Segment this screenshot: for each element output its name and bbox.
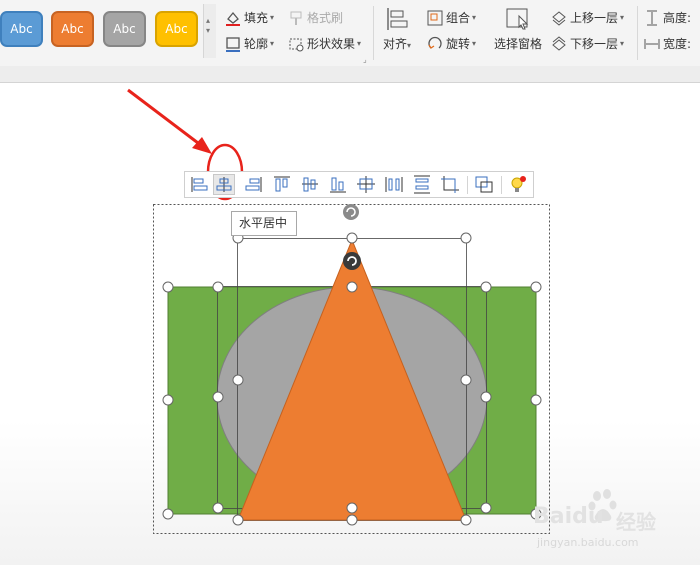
height-label: 高度: — [663, 11, 692, 25]
align-center-both-icon — [357, 176, 375, 193]
shape-style-gold-button[interactable]: Abc — [155, 11, 198, 47]
ellipse-selection-frame — [217, 286, 487, 509]
gray-ellipse[interactable] — [216, 286, 488, 508]
paint-bucket-icon — [225, 10, 241, 26]
align-label: 对齐 — [382, 37, 407, 51]
smart-tip-icon — [511, 176, 526, 192]
baidu-jingyan-watermark: Baidu 经验 jingyan.baidu.com — [531, 486, 700, 556]
crop-canvas-button[interactable] — [439, 174, 461, 195]
fill-button[interactable]: 填充 ▾ — [225, 9, 274, 26]
orange-triangle[interactable] — [237, 238, 467, 521]
shape-style-blue-button[interactable]: Abc — [0, 11, 43, 47]
align-top-icon — [274, 176, 290, 192]
align-center-horizontal-icon — [216, 177, 232, 192]
selection-pane-button[interactable]: 选择窗格 — [492, 7, 544, 52]
selection-pane-icon — [505, 7, 531, 31]
watermark-brand-cn: 经验 — [616, 510, 656, 534]
fill-label: 填充 — [244, 11, 269, 25]
align-left-button[interactable] — [188, 174, 210, 195]
align-right-button[interactable] — [243, 174, 265, 195]
shape-effect-icon — [288, 36, 304, 52]
group-objects-button[interactable] — [473, 174, 495, 195]
rotate-label: 旋转 — [446, 37, 471, 51]
distribute-horizontal-button[interactable] — [383, 174, 405, 195]
bring-forward-label: 上移一层 — [570, 11, 619, 25]
send-backward-label: 下移一层 — [570, 37, 619, 51]
align-middle-vertical-button[interactable] — [299, 174, 321, 195]
shape-effect-label: 形状效果 — [307, 37, 356, 51]
align-left-icon — [191, 177, 208, 192]
rotate-handle-icon[interactable] — [343, 204, 359, 220]
toolbar-separator — [467, 176, 468, 194]
annotation-arrow — [127, 88, 212, 154]
selection-pane-label: 选择窗格 — [493, 37, 542, 51]
send-backward-icon — [551, 35, 567, 52]
watermark-brand: Baidu — [533, 504, 604, 529]
group-selection-box — [153, 204, 550, 534]
smart-tip-button[interactable] — [507, 174, 529, 195]
crop-canvas-icon — [441, 176, 459, 193]
align-middle-vertical-icon — [302, 177, 318, 192]
align-button[interactable]: 对齐▾ — [382, 7, 412, 52]
outline-button[interactable]: 轮廓 ▾ — [225, 35, 274, 52]
align-bottom-button[interactable] — [327, 174, 349, 195]
green-rectangle[interactable] — [167, 286, 537, 515]
shape-effect-button[interactable]: 形状效果 ▾ — [288, 35, 361, 52]
outline-label: 轮廓 — [244, 37, 269, 51]
rotate-icon — [427, 36, 443, 52]
ribbon-separator — [373, 6, 374, 60]
align-right-icon — [245, 177, 262, 192]
watermark-url: jingyan.baidu.com — [537, 536, 639, 549]
slide-canvas — [127, 88, 550, 534]
tooltip: 水平居中 — [231, 211, 297, 236]
align-center-both-button[interactable] — [355, 174, 377, 195]
format-brush-label: 格式刷 — [307, 11, 344, 25]
ribbon-separator — [637, 6, 638, 60]
selection-handles[interactable] — [162, 232, 542, 526]
group-label: 组合 — [446, 11, 471, 25]
group-icon — [475, 176, 493, 193]
toolbar-separator — [501, 176, 502, 194]
style-gallery-scroll[interactable]: ▴ ▾ — [203, 4, 216, 58]
distribute-vertical-button[interactable] — [411, 174, 433, 195]
rotate-button[interactable]: 旋转 ▾ — [427, 35, 476, 52]
align-icon — [384, 7, 410, 31]
rotate-handle-icon[interactable] — [343, 252, 361, 270]
outline-icon — [225, 36, 241, 52]
width-field-label: 宽度: — [644, 35, 691, 52]
floating-align-toolbar — [184, 171, 534, 198]
dialog-launcher-icon[interactable]: ⌟ — [363, 55, 367, 64]
send-backward-button[interactable]: 下移一层 ▾ — [551, 35, 624, 52]
ribbon-bottom-strip — [0, 66, 700, 83]
format-brush-icon — [288, 10, 304, 26]
bring-forward-button[interactable]: 上移一层 ▾ — [551, 9, 624, 26]
width-label: 宽度: — [663, 37, 692, 51]
format-brush-button[interactable]: 格式刷 — [288, 9, 343, 26]
distribute-vertical-icon — [414, 175, 430, 194]
group-icon — [427, 10, 443, 26]
distribute-horizontal-icon — [385, 177, 403, 192]
align-top-button[interactable] — [271, 174, 293, 195]
width-icon — [644, 36, 660, 52]
align-bottom-icon — [330, 177, 346, 193]
bring-forward-icon — [551, 10, 567, 26]
ribbon-toolbar: Abc Abc Abc Abc ▴ ▾ 填充 ▾ 格式刷 轮廓 ▾ 形状效果 ▾ ⌟ — [0, 0, 700, 67]
height-icon — [644, 10, 660, 26]
triangle-selection-frame — [237, 238, 467, 521]
shape-style-orange-button[interactable]: Abc — [51, 11, 94, 47]
group-button[interactable]: 组合 ▾ — [427, 9, 476, 26]
shape-style-gray-button[interactable]: Abc — [103, 11, 146, 47]
align-center-horizontal-button[interactable] — [213, 174, 235, 195]
height-field-label: 高度: — [644, 9, 691, 26]
